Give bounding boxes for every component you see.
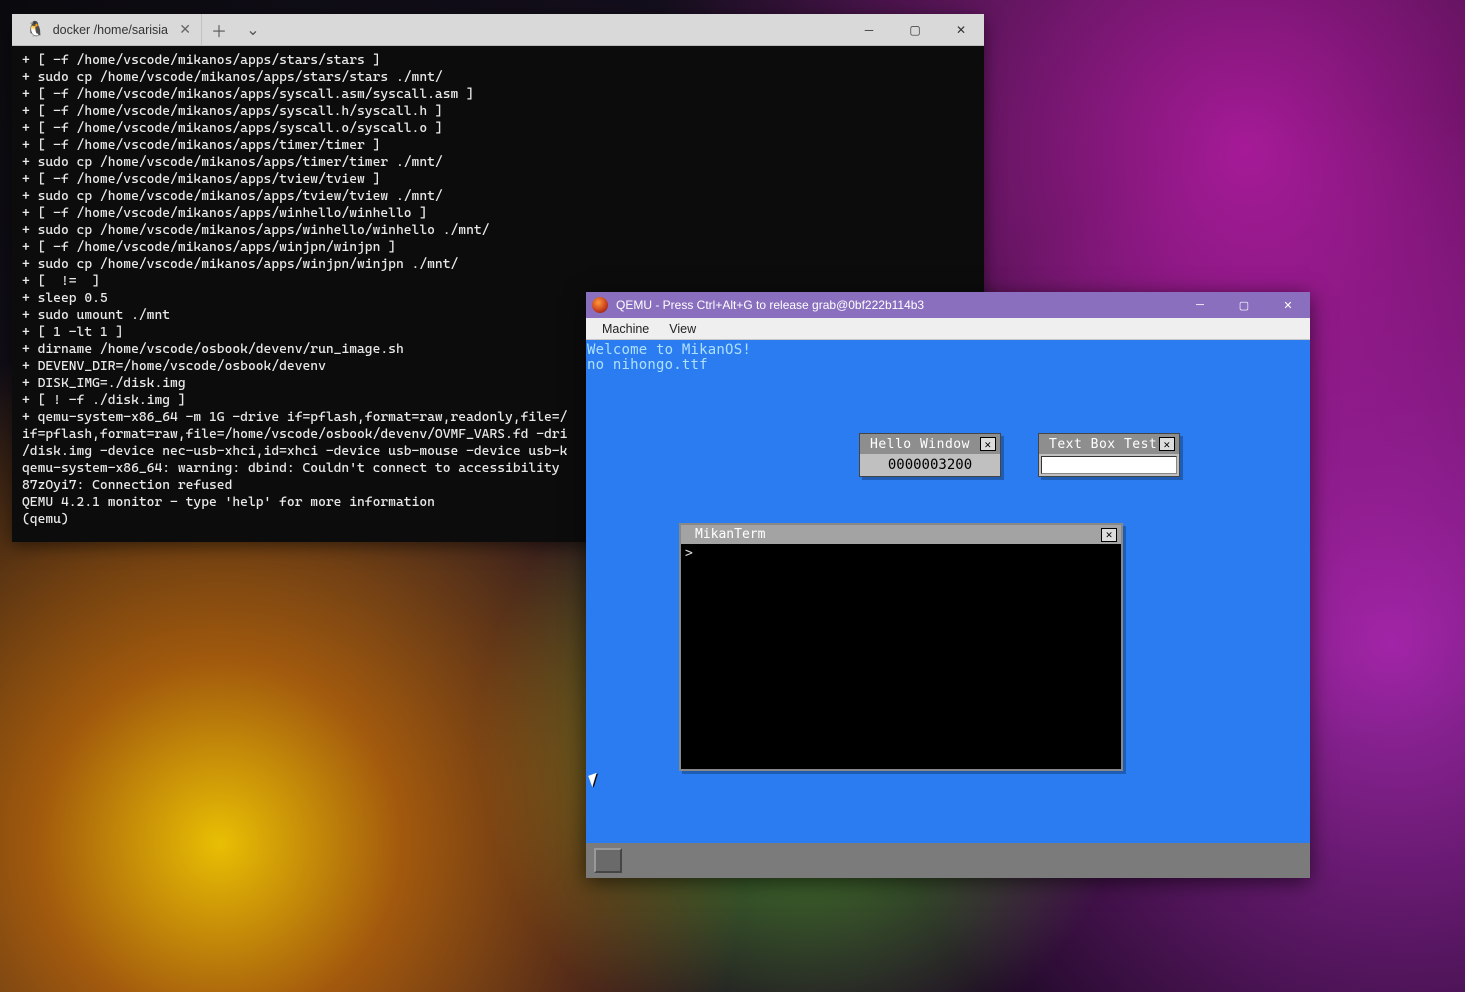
desktop-background: 🐧 docker /home/sarisia ✕ ＋ ⌄ ─ ▢ ✕ + [ -… xyxy=(0,0,1465,992)
mikanos-start-button[interactable] xyxy=(594,848,622,873)
textbox-window-title: Text Box Test xyxy=(1049,437,1157,452)
qemu-menubar: Machine View xyxy=(586,318,1310,340)
qemu-minimize-button[interactable]: ─ xyxy=(1178,292,1222,318)
mikanos-taskbar[interactable] xyxy=(586,843,1310,878)
mikanterm-window[interactable]: MikanTerm ✕ > xyxy=(679,523,1123,771)
qemu-close-button[interactable]: ✕ xyxy=(1266,292,1310,318)
textbox-window-titlebar[interactable]: Text Box Test ✕ xyxy=(1039,434,1179,454)
mikanterm-title: MikanTerm xyxy=(695,527,765,542)
terminal-tab[interactable]: 🐧 docker /home/sarisia ✕ xyxy=(12,14,202,45)
hello-window-close-icon[interactable]: ✕ xyxy=(980,437,996,451)
cursor-icon xyxy=(588,773,601,787)
tab-close-icon[interactable]: ✕ xyxy=(179,21,191,38)
qemu-titlebar[interactable]: QEMU - Press Ctrl+Alt+G to release grab@… xyxy=(586,292,1310,318)
hello-window-titlebar[interactable]: Hello Window ✕ xyxy=(860,434,1000,454)
qemu-icon xyxy=(592,297,608,313)
mikanterm-close-icon[interactable]: ✕ xyxy=(1101,528,1117,542)
qemu-maximize-button[interactable]: ▢ xyxy=(1222,292,1266,318)
mikanos-greeting: Welcome to MikanOS! no nihongo.ttf xyxy=(587,343,751,373)
menu-machine[interactable]: Machine xyxy=(594,320,657,338)
window-controls: ─ ▢ ✕ xyxy=(846,14,984,45)
menu-view[interactable]: View xyxy=(661,320,704,338)
textbox-window[interactable]: Text Box Test ✕ xyxy=(1038,433,1180,477)
qemu-title: QEMU - Press Ctrl+Alt+G to release grab@… xyxy=(616,298,924,312)
qemu-window: QEMU - Press Ctrl+Alt+G to release grab@… xyxy=(586,292,1310,878)
hello-window-value: 0000003200 xyxy=(860,454,1000,476)
linux-icon: 🐧 xyxy=(26,22,45,37)
hello-window-title: Hello Window xyxy=(870,437,970,452)
mikanterm-output[interactable]: > xyxy=(681,544,1121,769)
textbox-input[interactable] xyxy=(1041,456,1177,474)
mikanterm-prompt: > xyxy=(685,546,693,561)
new-tab-button[interactable]: ＋ xyxy=(202,14,236,45)
tab-dropdown-icon[interactable]: ⌄ xyxy=(236,14,270,45)
terminal-tab-title: docker /home/sarisia xyxy=(53,23,168,37)
hello-window[interactable]: Hello Window ✕ 0000003200 xyxy=(859,433,1001,477)
textbox-window-close-icon[interactable]: ✕ xyxy=(1159,437,1175,451)
terminal-titlebar[interactable]: 🐧 docker /home/sarisia ✕ ＋ ⌄ ─ ▢ ✕ xyxy=(12,14,984,46)
maximize-button[interactable]: ▢ xyxy=(892,14,938,45)
minimize-button[interactable]: ─ xyxy=(846,14,892,45)
mikanos-desktop[interactable]: Welcome to MikanOS! no nihongo.ttf Hello… xyxy=(586,340,1310,878)
close-button[interactable]: ✕ xyxy=(938,14,984,45)
qemu-window-controls: ─ ▢ ✕ xyxy=(1178,292,1310,318)
mikanterm-titlebar[interactable]: MikanTerm ✕ xyxy=(681,525,1121,544)
